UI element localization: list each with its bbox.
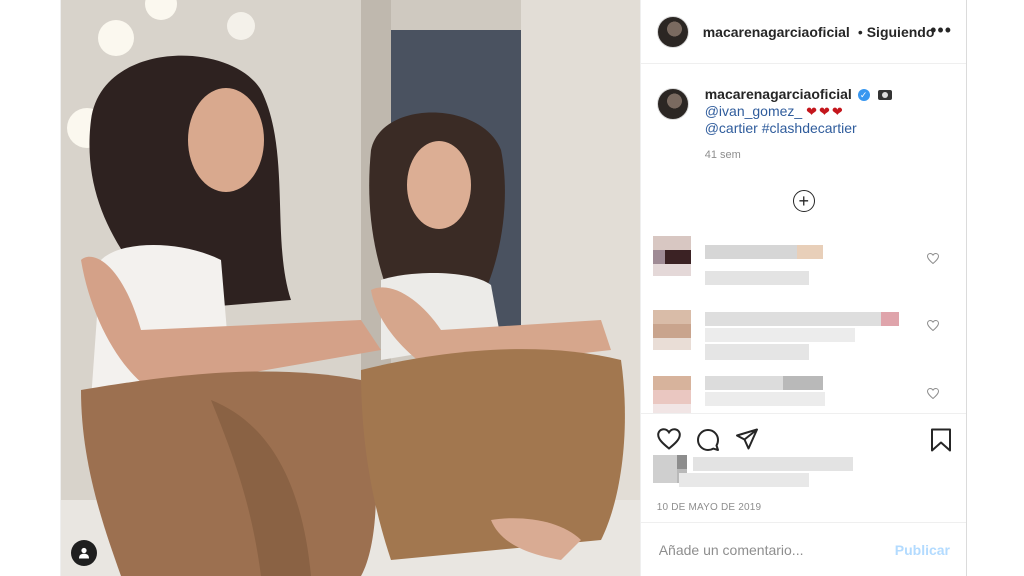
comment-username[interactable] [796,245,823,259]
comment-text [704,392,825,406]
hearts-emoji: ❤❤❤ [806,104,845,119]
publish-button[interactable]: Publicar [895,542,950,558]
load-more-comments-button[interactable]: + [792,190,815,212]
camera-emoji-icon [877,90,892,100]
hashtag-link[interactable]: #clashdecartier [762,120,857,136]
comment-avatar[interactable] [652,374,691,414]
comment-username[interactable] [704,312,881,326]
post-image [61,0,640,576]
ellipsis-icon[interactable]: ••• [930,20,952,41]
comment-text [704,328,855,342]
comment-avatar[interactable] [652,236,691,276]
post-header: macarenagarciaoficial • Siguiendo ••• [640,0,966,64]
caption-avatar[interactable] [656,88,689,120]
bookmark-icon[interactable] [930,428,952,452]
comment-icon[interactable] [696,428,720,452]
verified-badge-icon: ✓ [857,89,870,101]
mention-link[interactable]: @cartier [705,120,758,136]
instagram-post: macarenagarciaoficial • Siguiendo ••• ma… [60,0,967,576]
comment-username[interactable] [880,312,899,326]
comment-item [652,236,953,285]
caption-body: macarenagarciaoficial ✓ @ivan_gomez_ ❤❤❤… [705,86,950,137]
heart-icon[interactable] [656,428,681,450]
heart-icon[interactable] [926,320,939,331]
header-separator: • [857,23,863,40]
comment-text [704,271,809,285]
heart-icon[interactable] [926,388,939,399]
post-photo[interactable] [61,0,640,576]
header-username[interactable]: macarenagarciaoficial [703,24,850,40]
tagged-users-button[interactable] [71,540,97,566]
caption-time-ago: 41 sem [704,149,741,161]
caption-username[interactable]: macarenagarciaoficial [705,86,852,102]
comment-username[interactable] [704,245,797,259]
avatar[interactable] [656,15,689,48]
comment-item [652,310,953,360]
comment-input[interactable] [656,540,895,559]
post-side-panel: macarenagarciaoficial • Siguiendo ••• ma… [639,0,966,576]
following-button[interactable]: Siguiendo [867,24,935,40]
mention-link[interactable]: @ivan_gomez_ [705,103,803,119]
comment-avatar[interactable] [652,310,691,350]
comment-text [704,344,809,360]
post-date: 10 DE MAYO DE 2019 [656,502,762,513]
paper-plane-icon[interactable] [735,428,759,450]
add-comment-section: Publicar [640,522,966,576]
post-caption: macarenagarciaoficial ✓ @ivan_gomez_ ❤❤❤… [641,64,966,176]
likes-summary[interactable] [652,455,863,495]
comment-username[interactable] [704,376,783,390]
user-icon [79,547,89,559]
comment-username[interactable] [782,376,823,390]
heart-icon[interactable] [926,253,939,264]
